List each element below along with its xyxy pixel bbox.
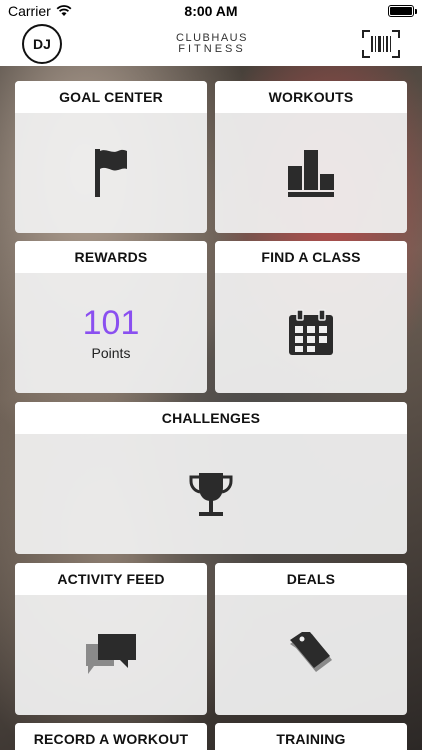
tile-workouts-title: WORKOUTS	[215, 81, 407, 113]
tile-deals-title: DEALS	[215, 563, 407, 595]
tile-rewards[interactable]: REWARDS 101 Points	[15, 241, 207, 393]
tile-workouts-body	[215, 113, 407, 233]
brand-line-2: FITNESS	[178, 43, 246, 55]
rewards-points-value: 101	[82, 304, 140, 342]
tile-deals-body	[215, 595, 407, 715]
nav-bar: DJ CLUBHAUS FITNESS	[0, 22, 422, 66]
podium-icon	[288, 150, 334, 197]
price-tag-icon	[290, 632, 332, 672]
rewards-points-label: Points	[91, 345, 131, 361]
tile-activity-feed[interactable]: ACTIVITY FEED	[15, 563, 207, 715]
tile-find-a-class-body	[215, 273, 407, 393]
barcode-icon	[362, 30, 400, 58]
battery-icon	[388, 5, 417, 17]
tile-record-a-workout-title: RECORD A WORKOUT	[15, 723, 207, 750]
trophy-icon	[189, 473, 233, 516]
barcode-scan-button[interactable]	[362, 30, 400, 58]
tile-activity-feed-body	[15, 595, 207, 715]
tile-training-title: TRAINING	[215, 723, 407, 750]
brand-logo: CLUBHAUS FITNESS	[176, 33, 248, 55]
status-bar: Carrier 8:00 AM	[0, 0, 422, 22]
chat-bubbles-icon	[86, 634, 136, 674]
tile-rewards-body: 101 Points	[15, 273, 207, 393]
tile-goal-center-title: GOAL CENTER	[15, 81, 207, 113]
flag-icon	[95, 149, 127, 197]
tile-rewards-title: REWARDS	[15, 241, 207, 273]
tile-find-a-class[interactable]: FIND A CLASS	[215, 241, 407, 393]
tile-challenges[interactable]: CHALLENGES	[15, 402, 407, 554]
tile-deals[interactable]: DEALS	[215, 563, 407, 715]
tile-goal-center-body	[15, 113, 207, 233]
avatar-button[interactable]: DJ	[22, 24, 62, 64]
tile-training[interactable]: TRAINING	[215, 723, 407, 750]
tile-goal-center[interactable]: GOAL CENTER	[15, 81, 207, 233]
tile-challenges-body	[15, 434, 407, 554]
tile-activity-feed-title: ACTIVITY FEED	[15, 563, 207, 595]
tile-find-a-class-title: FIND A CLASS	[215, 241, 407, 273]
tile-record-a-workout[interactable]: RECORD A WORKOUT	[15, 723, 207, 750]
tile-challenges-title: CHALLENGES	[15, 402, 407, 434]
status-left: Carrier	[8, 3, 72, 19]
carrier-label: Carrier	[8, 3, 51, 19]
tile-workouts[interactable]: WORKOUTS	[215, 81, 407, 233]
wifi-icon	[56, 5, 72, 17]
calendar-icon	[289, 309, 333, 355]
